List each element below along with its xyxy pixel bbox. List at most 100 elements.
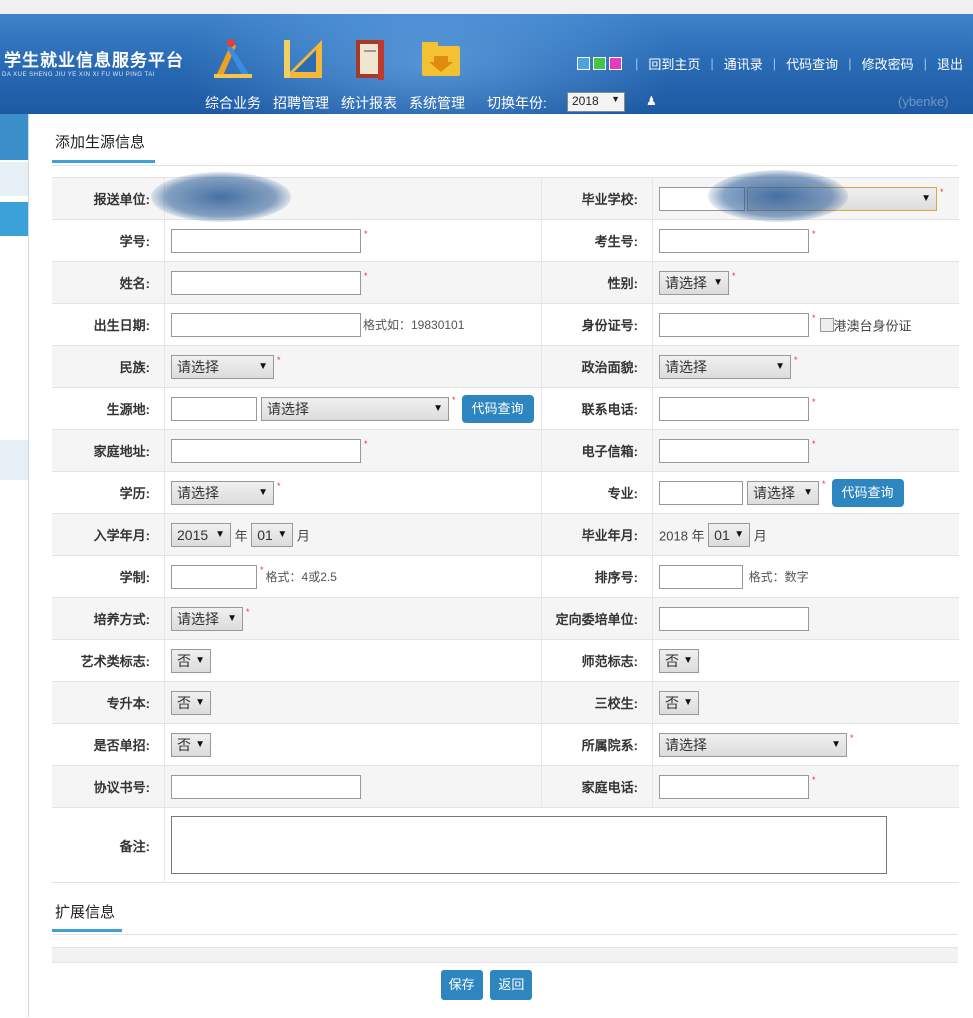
- major-code-input[interactable]: [659, 480, 743, 505]
- idcard-label: 身份证号:: [541, 303, 653, 346]
- send-unit-label: 报送单位:: [52, 177, 165, 220]
- art-select[interactable]: 否 ▼: [171, 648, 211, 673]
- change-password-link[interactable]: 修改密码: [862, 54, 914, 73]
- gender-label: 性别:: [541, 261, 653, 304]
- nav-business[interactable]: 综合业务: [205, 93, 261, 113]
- three-label: 三校生:: [541, 681, 653, 724]
- political-select[interactable]: 请选择 ▼: [659, 354, 791, 379]
- back-button[interactable]: 返回: [490, 970, 533, 1000]
- upgrade-label: 专升本:: [52, 681, 165, 724]
- order-hint: 格式：数字: [748, 570, 809, 584]
- normal-label: 师范标志:: [541, 639, 653, 682]
- home-link[interactable]: 回到主页: [648, 54, 700, 73]
- directed-label: 定向委培单位:: [541, 597, 653, 640]
- skin-blue-icon[interactable]: [576, 57, 590, 70]
- graduate-month-select[interactable]: 01 ▼: [708, 522, 751, 547]
- single-label: 是否单招:: [52, 723, 165, 766]
- train-select[interactable]: 请选择 ▼: [171, 606, 243, 631]
- skin-pink-icon[interactable]: [608, 57, 622, 70]
- section-title-add: 添加生源信息: [55, 134, 146, 151]
- dept-select[interactable]: 请选择 ▼: [659, 732, 847, 757]
- normal-select[interactable]: 否 ▼: [659, 648, 699, 673]
- nav-report[interactable]: 统计报表: [341, 93, 397, 113]
- address-input[interactable]: [171, 438, 361, 463]
- idcard-input[interactable]: [659, 312, 809, 337]
- major-label: 专业:: [541, 471, 653, 514]
- section-title-extend: 扩展信息: [55, 904, 116, 921]
- school-label: 毕业学校:: [541, 177, 653, 220]
- graduate-label: 毕业年月:: [541, 513, 653, 556]
- skin-green-icon[interactable]: [592, 57, 606, 70]
- sidebar-item[interactable]: [0, 114, 28, 160]
- major-code-query-button[interactable]: 代码查询: [831, 478, 904, 507]
- exam-no-input[interactable]: [659, 228, 809, 253]
- birth-label: 出生日期:: [52, 303, 165, 346]
- birth-input[interactable]: [171, 312, 361, 337]
- logout-link[interactable]: 退出: [937, 54, 963, 73]
- single-select[interactable]: 否 ▼: [171, 732, 211, 757]
- year-select[interactable]: 2018 ▼: [567, 92, 625, 112]
- top-links: | 回到主页 | 通讯录 | 代码查询 | 修改密码 | 退出: [576, 54, 963, 73]
- address-label: 家庭地址:: [52, 429, 165, 472]
- footer-buttons: 保存 返回: [0, 970, 973, 1000]
- enroll-label: 入学年月:: [52, 513, 165, 556]
- origin-label: 生源地:: [52, 387, 165, 430]
- left-sidebar: [0, 114, 29, 1017]
- education-label: 学历:: [52, 471, 165, 514]
- nav-system[interactable]: 系统管理: [409, 93, 465, 113]
- train-label: 培养方式:: [52, 597, 165, 640]
- agreement-input[interactable]: [171, 774, 361, 799]
- directed-input[interactable]: [659, 606, 809, 631]
- exam-no-label: 考生号:: [541, 219, 653, 262]
- length-hint: 格式：4或2.5: [265, 570, 337, 584]
- contacts-link[interactable]: 通讯录: [724, 54, 763, 73]
- email-input[interactable]: [659, 438, 809, 463]
- email-label: 电子信箱:: [541, 429, 653, 472]
- order-label: 排序号:: [541, 555, 653, 598]
- hk-macao-tw-checkbox[interactable]: [819, 317, 834, 332]
- origin-select[interactable]: 请选择 ▼: [261, 396, 449, 421]
- remarks-textarea[interactable]: [171, 816, 887, 874]
- phone-input[interactable]: [659, 396, 809, 421]
- dept-label: 所属院系:: [541, 723, 653, 766]
- name-input[interactable]: [171, 270, 361, 295]
- sidebar-item-active[interactable]: [0, 202, 28, 236]
- header-banner: 学生就业信息服务平台 DA XUE SHENG JIU YE XIN XI FU…: [0, 14, 973, 114]
- origin-code-input[interactable]: [171, 396, 257, 421]
- order-input[interactable]: [659, 564, 743, 589]
- redacted-school: [708, 170, 848, 222]
- education-select[interactable]: 请选择 ▼: [171, 480, 274, 505]
- sidebar-item[interactable]: [0, 440, 28, 480]
- year-switch-label: 切换年份:: [487, 95, 547, 111]
- homephone-input[interactable]: [659, 774, 809, 799]
- nation-label: 民族:: [52, 345, 165, 388]
- sidebar-item[interactable]: [0, 162, 28, 196]
- student-no-label: 学号:: [52, 219, 165, 262]
- system-icon[interactable]: [418, 36, 464, 80]
- student-no-input[interactable]: [171, 228, 361, 253]
- upgrade-select[interactable]: 否 ▼: [171, 690, 211, 715]
- enroll-month-select[interactable]: 01 ▼: [251, 522, 294, 547]
- nation-select[interactable]: 请选择 ▼: [171, 354, 274, 379]
- homephone-label: 家庭电话:: [541, 765, 653, 808]
- hk-macao-tw-label: 港澳台身份证: [833, 318, 912, 333]
- user-icon: ♟: [646, 94, 657, 108]
- save-button[interactable]: 保存: [440, 970, 483, 1000]
- report-icon[interactable]: [350, 36, 396, 80]
- three-select[interactable]: 否 ▼: [659, 690, 699, 715]
- enroll-year-select[interactable]: 2015 ▼: [171, 522, 231, 547]
- recruit-icon[interactable]: [280, 36, 326, 80]
- nav-recruit[interactable]: 招聘管理: [273, 93, 329, 113]
- length-input[interactable]: [171, 564, 257, 589]
- length-label: 学制:: [52, 555, 165, 598]
- remarks-label: 备注:: [52, 807, 165, 883]
- origin-code-query-button[interactable]: 代码查询: [461, 394, 534, 423]
- business-icon[interactable]: [210, 36, 256, 80]
- political-label: 政治面貌:: [541, 345, 653, 388]
- platform-logo-pinyin: DA XUE SHENG JIU YE XIN XI FU WU PING TA…: [2, 72, 155, 78]
- gender-select[interactable]: 请选择 ▼: [659, 270, 729, 295]
- major-select[interactable]: 请选择 ▼: [747, 480, 819, 505]
- code-query-link[interactable]: 代码查询: [786, 54, 838, 73]
- name-label: 姓名:: [52, 261, 165, 304]
- user-account: (ybenke): [898, 94, 949, 109]
